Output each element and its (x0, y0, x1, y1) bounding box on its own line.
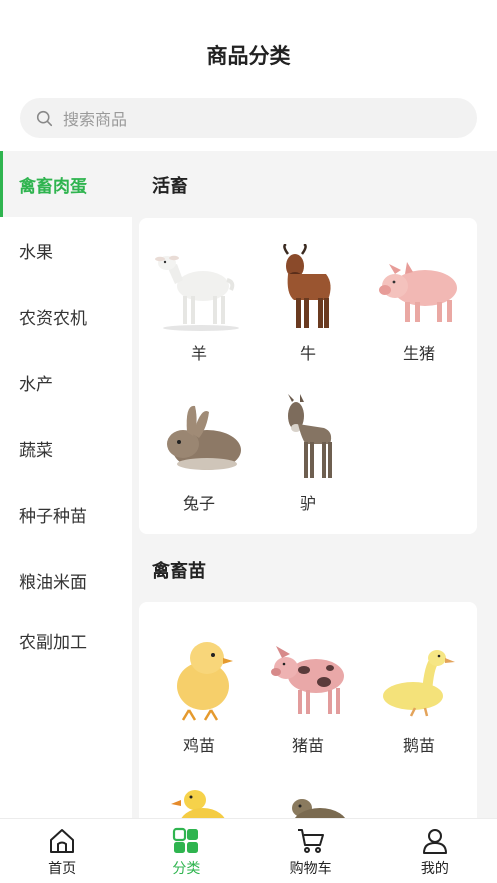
sidebar-item-vegetables[interactable]: 蔬菜 (0, 415, 132, 481)
tab-profile[interactable]: 我的 (373, 819, 497, 883)
product-label-rabbit: 兔子 (182, 494, 215, 513)
search-icon (36, 110, 53, 126)
sidebar-item-fruit[interactable]: 水果 (0, 217, 132, 283)
page-title: 商品分类 (206, 44, 291, 68)
category-sidebar: 禽畜肉蛋 水果 农资农机 水产 蔬菜 种子种苗 粮油米面 农副加工 (0, 151, 132, 818)
section-title-young-stock: 禽畜苗 (152, 561, 206, 582)
product-pig[interactable]: 生猪 (363, 244, 475, 364)
product-duckling[interactable] (143, 782, 255, 818)
category-icon (173, 827, 199, 853)
sidebar-item-livestock-meat-eggs[interactable]: 禽畜肉蛋 (0, 151, 132, 217)
product-card-livestock: 羊 牛 生猪 兔子 驴 (139, 218, 477, 534)
product-label-chick: 鸡苗 (182, 736, 215, 755)
tab-cart[interactable]: 购物车 (249, 819, 373, 883)
gosling-image (383, 650, 455, 717)
piglet-image (271, 646, 344, 714)
cart-icon (297, 829, 324, 853)
quail-image (292, 799, 346, 818)
category-content: 禽畜肉蛋 水果 农资农机 水产 蔬菜 种子种苗 粮油米面 农副加工 活畜 羊 牛… (0, 151, 497, 818)
duckling-image (171, 790, 225, 818)
bottom-tab-bar: 首页 分类 购物车 我的 (0, 818, 497, 883)
product-label-pig: 生猪 (402, 344, 435, 363)
product-donkey[interactable]: 驴 (252, 394, 364, 514)
user-icon (422, 829, 447, 854)
donkey-image (288, 394, 332, 478)
section-title-livestock: 活畜 (152, 176, 188, 197)
product-piglet[interactable]: 猪苗 (252, 636, 364, 756)
cow-image (283, 244, 331, 328)
product-label-cow: 牛 (299, 344, 316, 363)
chick-image (177, 642, 233, 721)
tab-profile-label: 我的 (420, 861, 449, 877)
home-icon (50, 829, 75, 853)
search-bar[interactable]: 搜索商品 (20, 98, 477, 138)
search-input[interactable]: 搜索商品 (63, 106, 127, 130)
product-label-gosling: 鹅苗 (402, 736, 435, 755)
pig-image (379, 262, 457, 322)
sidebar-item-farm-supplies[interactable]: 农资农机 (0, 283, 132, 349)
tab-home[interactable]: 首页 (0, 819, 124, 883)
sidebar-item-grain-oil[interactable]: 粮油米面 (0, 547, 132, 613)
product-card-young-stock: 鸡苗 猪苗 鹅苗 (139, 602, 477, 818)
product-quail[interactable] (252, 782, 364, 818)
product-sheep[interactable]: 羊 (143, 244, 255, 364)
sidebar-item-aquatic[interactable]: 水产 (0, 349, 132, 415)
tab-home-label: 首页 (48, 861, 77, 877)
product-label-sheep: 羊 (190, 344, 207, 363)
tab-category-label: 分类 (172, 861, 201, 877)
sidebar-item-seeds-seedlings[interactable]: 种子种苗 (0, 481, 132, 547)
rabbit-image (167, 405, 241, 470)
sheep-image (155, 255, 239, 331)
product-cow[interactable]: 牛 (252, 244, 364, 364)
product-chick[interactable]: 鸡苗 (143, 636, 255, 756)
product-label-piglet: 猪苗 (291, 736, 324, 755)
sidebar-item-processed-goods[interactable]: 农副加工 (0, 607, 132, 673)
tab-category[interactable]: 分类 (124, 819, 248, 883)
product-rabbit[interactable]: 兔子 (143, 394, 255, 514)
header: 商品分类 (0, 0, 497, 95)
tab-cart-label: 购物车 (289, 861, 332, 877)
product-gosling[interactable]: 鹅苗 (363, 636, 475, 756)
product-label-donkey: 驴 (299, 494, 316, 513)
